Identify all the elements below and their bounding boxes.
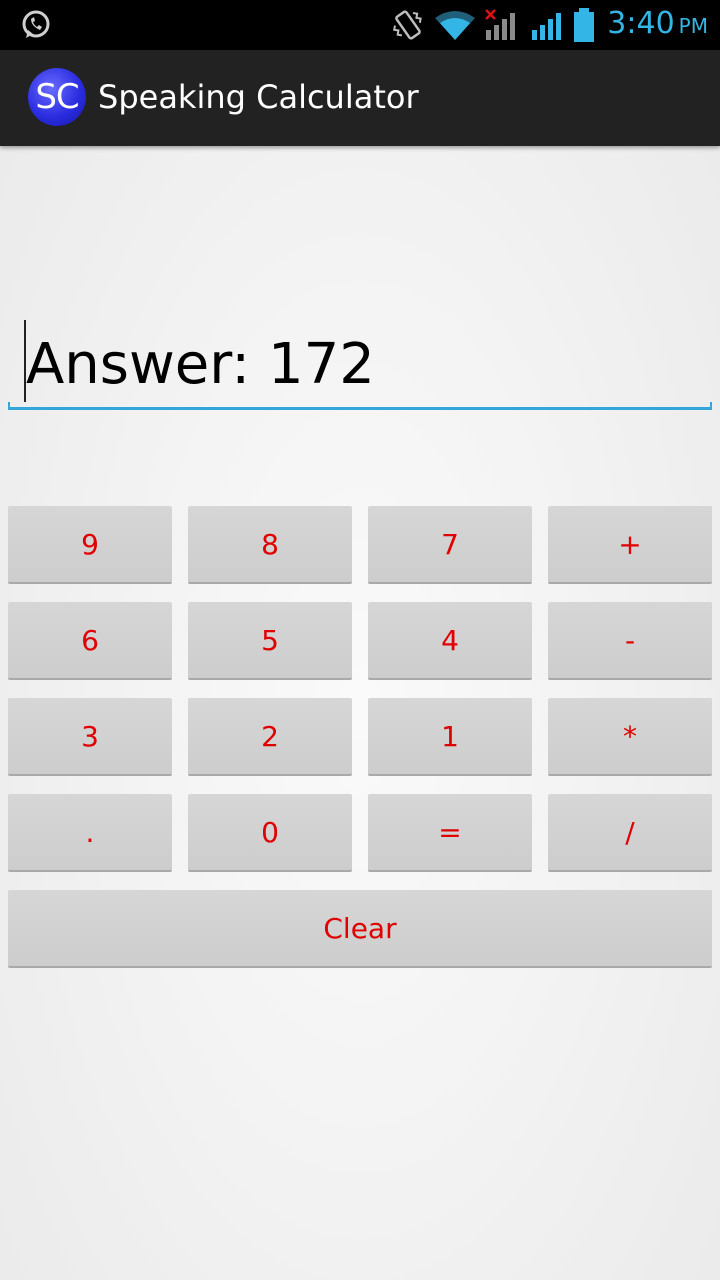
whatsapp-icon [20,9,52,45]
app-title: Speaking Calculator [98,78,419,116]
key-1-button[interactable]: 1 [368,698,532,776]
action-bar: SC Speaking Calculator [0,50,720,146]
equals-button[interactable]: = [368,794,532,872]
clear-button[interactable]: Clear [8,890,712,968]
keypad: 9 8 7 + 6 5 4 - 3 2 1 * . 0 = / Clear [8,506,712,968]
key-3-button[interactable]: 3 [8,698,172,776]
key-9-button[interactable]: 9 [8,506,172,584]
key-8-button[interactable]: 8 [188,506,352,584]
answer-field-underline [8,402,712,410]
clock-time: 3:40 [607,6,675,41]
battery-icon [572,7,596,47]
decimal-point-button[interactable]: . [8,794,172,872]
answer-field[interactable]: Answer: 172 [8,318,712,410]
signal-icon [530,8,566,46]
key-4-button[interactable]: 4 [368,602,532,680]
key-2-button[interactable]: 2 [188,698,352,776]
key-7-button[interactable]: 7 [368,506,532,584]
status-time: 3:40 PM [607,6,708,41]
signal-no-service-icon [484,8,520,46]
vibrate-icon [392,8,424,46]
multiply-button[interactable]: * [548,698,712,776]
key-5-button[interactable]: 5 [188,602,352,680]
key-0-button[interactable]: 0 [188,794,352,872]
app-logo-icon[interactable]: SC [28,68,86,126]
key-6-button[interactable]: 6 [8,602,172,680]
subtract-button[interactable]: - [548,602,712,680]
clock-ampm: PM [678,14,708,38]
wifi-icon [434,10,476,46]
divide-button[interactable]: / [548,794,712,872]
answer-text: Answer: 172 [26,332,375,397]
status-bar: 3:40 PM [0,0,720,50]
add-button[interactable]: + [548,506,712,584]
